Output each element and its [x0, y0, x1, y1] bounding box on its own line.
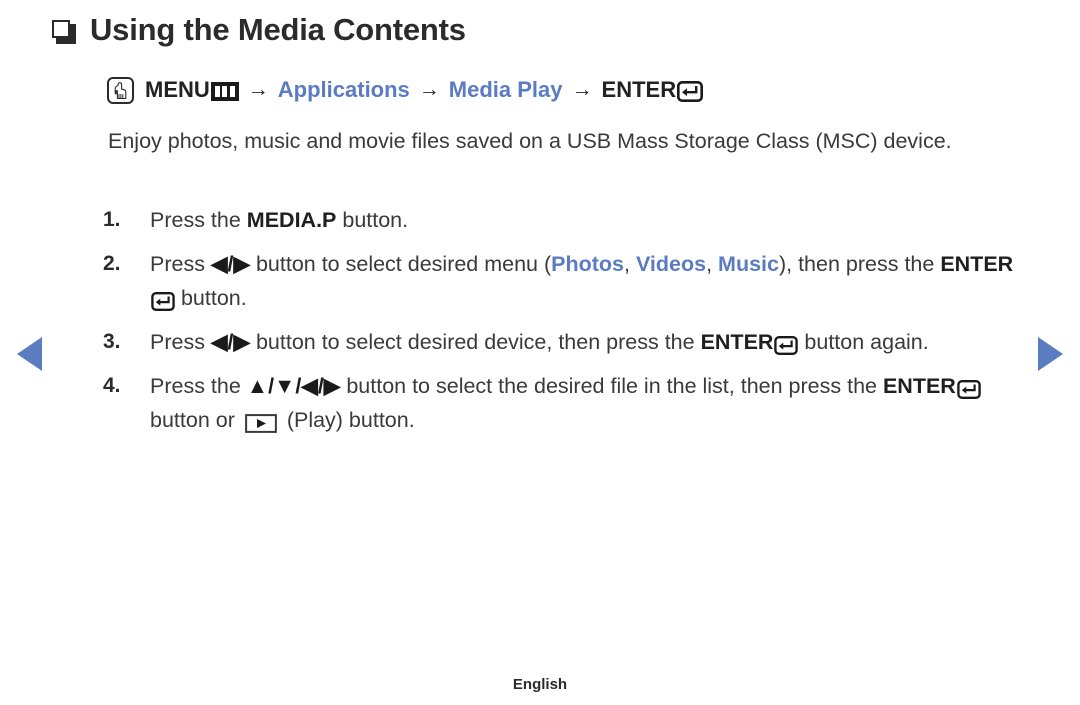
menu-option-videos: Videos: [635, 252, 707, 276]
intro-paragraph: Enjoy photos, music and movie files save…: [108, 129, 952, 153]
step4-text-d: (Play) button.: [280, 408, 415, 432]
enter-label: ENTER: [601, 76, 677, 102]
menu-path-applications[interactable]: Applications: [278, 77, 410, 103]
step1-text-b: button.: [336, 208, 409, 232]
enter-return-icon: [774, 335, 799, 355]
step-number: 1.: [103, 208, 121, 231]
step-number: 3.: [103, 330, 121, 353]
play-button-icon: [244, 413, 277, 433]
path-arrow-2: →: [418, 77, 440, 101]
touch-hand-icon: [107, 77, 134, 104]
step-number: 4.: [103, 374, 121, 397]
step-text: Press ◀/▶ button to select desired devic…: [150, 325, 1033, 359]
step4-text-b: button to select the desired file in the…: [340, 374, 883, 398]
path-arrow-3: →: [571, 77, 593, 101]
menu-option-photos: Photos: [551, 252, 625, 276]
step2-text-d: button.: [175, 286, 247, 310]
next-page-arrow-icon[interactable]: [1034, 332, 1068, 376]
media-p-button-label: MEDIA.P: [246, 208, 337, 232]
left-right-arrows-icon: ◀/▶: [210, 252, 250, 276]
list-item: 2. Press ◀/▶ button to select desired me…: [103, 247, 1033, 315]
step-number: 2.: [103, 252, 121, 275]
square-bullet-icon: [52, 20, 76, 44]
menu-path-media-play[interactable]: Media Play: [449, 77, 563, 103]
menu-path-breadcrumb: MENU → Applications → Media Play → ENTER: [107, 76, 704, 104]
prev-page-arrow-icon[interactable]: [12, 332, 46, 376]
step2-sep-2: ,: [706, 252, 719, 276]
direction-arrows-icon: ▲/▼/◀/▶: [246, 374, 341, 398]
step2-text-a: Press: [150, 252, 211, 276]
step-text: Press the MEDIA.P button.: [150, 203, 1033, 237]
step3-text-a: Press: [150, 330, 211, 354]
menu-path-enter: ENTER: [602, 77, 704, 103]
step3-text-c: button again.: [798, 330, 929, 354]
list-item: 4. Press the ▲/▼/◀/▶ button to select th…: [103, 369, 1033, 437]
step4-text-a: Press the: [150, 374, 247, 398]
enter-return-icon: [957, 379, 981, 399]
footer-language-label: English: [512, 676, 568, 693]
menu-bars-icon: [210, 82, 239, 101]
enter-label: ENTER: [940, 252, 1014, 276]
step1-text-a: Press the: [150, 208, 247, 232]
menu-label: MENU: [145, 76, 210, 102]
step-text: Press the ▲/▼/◀/▶ button to select the d…: [150, 369, 1033, 437]
page-title-row: Using the Media Contents: [52, 12, 466, 48]
manual-page: Using the Media Contents MENU → Applicat…: [0, 0, 1080, 705]
enter-label: ENTER: [700, 330, 774, 354]
menu-option-music: Music: [718, 252, 779, 276]
page-title: Using the Media Contents: [90, 12, 466, 47]
step3-text-b: button to select desired device, then pr…: [249, 330, 701, 354]
left-right-arrows-icon: ◀/▶: [210, 330, 250, 354]
steps-list: 1. Press the MEDIA.P button. 2. Press ◀/…: [103, 203, 1033, 447]
step2-text-b: button to select desired menu (: [249, 252, 552, 276]
list-item: 1. Press the MEDIA.P button.: [103, 203, 1033, 237]
step4-text-c: button or: [150, 408, 241, 432]
enter-return-icon: [151, 291, 175, 311]
step2-sep-1: ,: [624, 252, 636, 276]
list-item: 3. Press ◀/▶ button to select desired de…: [103, 325, 1033, 359]
enter-label: ENTER: [882, 374, 956, 398]
step2-text-c: ), then press the: [778, 252, 941, 276]
enter-return-icon: [677, 81, 704, 102]
step-text: Press ◀/▶ button to select desired menu …: [150, 247, 1033, 315]
menu-path-menu: MENU: [145, 77, 239, 103]
path-arrow-1: →: [247, 77, 269, 101]
